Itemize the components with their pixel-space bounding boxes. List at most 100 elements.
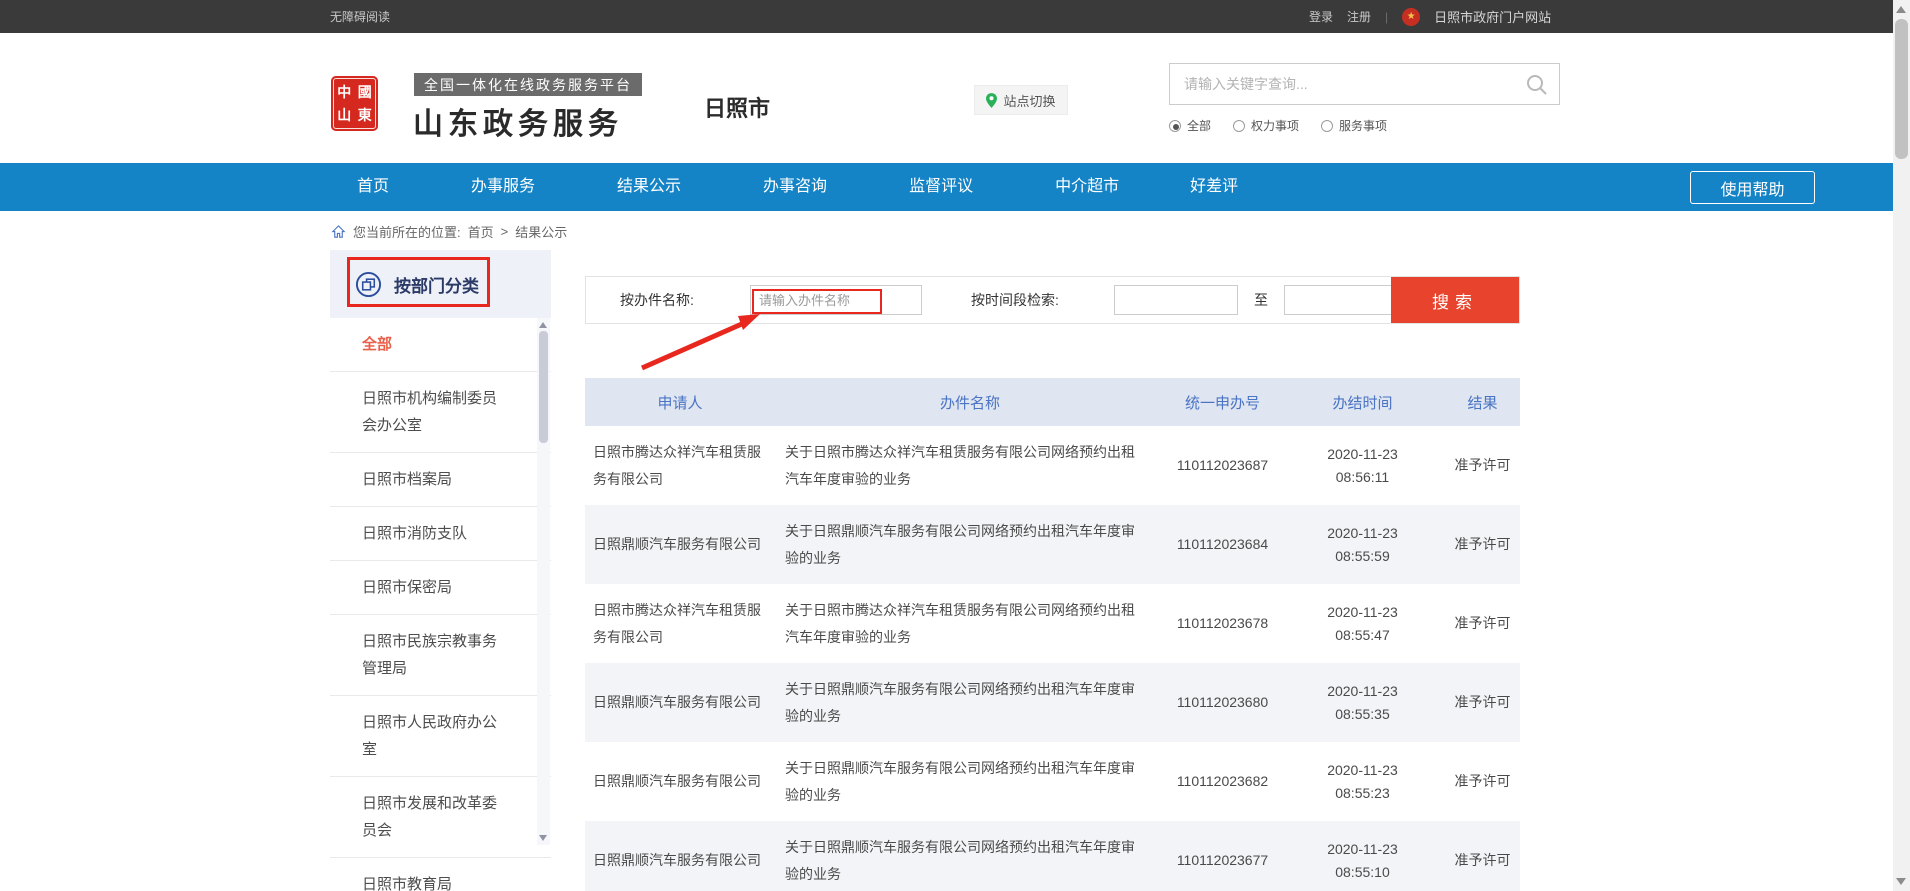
department-label: 日照市人民政府办公室 (362, 709, 502, 763)
keyword-search-input[interactable] (1170, 64, 1559, 104)
table-row[interactable]: 日照市腾达众祥汽车租赁服务有限公司 关于日照市腾达众祥汽车租赁服务有限公司网络预… (585, 584, 1520, 663)
scroll-thumb[interactable] (539, 331, 548, 443)
help-button[interactable]: 使用帮助 (1690, 171, 1815, 204)
radio-label: 服务事项 (1339, 117, 1387, 134)
filter-to-label: 至 (1254, 277, 1268, 323)
filter-time-start-input[interactable] (1114, 285, 1238, 315)
cell-applicant: 日照鼎顺汽车服务有限公司 (585, 742, 775, 821)
department-label: 日照市发展和改革委员会 (362, 790, 502, 844)
page-scrollbar[interactable] (1893, 0, 1910, 891)
department-label: 日照市档案局 (362, 466, 502, 493)
breadcrumb-home-link[interactable]: 首页 (468, 222, 494, 241)
filter-time-end-input[interactable] (1284, 285, 1408, 315)
nav-item[interactable]: 办事咨询 (722, 163, 868, 211)
site-header: 中國山東 全国一体化在线政务服务平台 山东政务服务 日照市 站点切换 全部 权力… (0, 33, 1893, 163)
cell-applicant: 日照鼎顺汽车服务有限公司 (585, 821, 775, 891)
cell-result: 准予许可 (1445, 742, 1520, 821)
nav-item[interactable]: 办事服务 (430, 163, 576, 211)
nav-item[interactable]: 好差评 (1160, 163, 1268, 211)
radio-option[interactable]: 全部 (1169, 117, 1211, 134)
site-switch-button[interactable]: 站点切换 (974, 85, 1068, 115)
department-item[interactable]: 日照市机构编制委员会办公室 (330, 372, 551, 453)
scroll-down-icon[interactable] (539, 835, 547, 841)
seal-char: 東 (358, 105, 372, 125)
filter-name-input[interactable] (750, 285, 922, 315)
table-row[interactable]: 日照鼎顺汽车服务有限公司 关于日照鼎顺汽车服务有限公司网络预约出租汽车年度审验的… (585, 663, 1520, 742)
cell-title: 关于日照鼎顺汽车服务有限公司网络预约出租汽车年度审验的业务 (775, 505, 1165, 584)
seal-char: 山 (337, 105, 351, 125)
cell-serial: 110112023680 (1165, 663, 1280, 742)
page-scroll-down-icon[interactable] (1896, 878, 1906, 885)
radio-option[interactable]: 权力事项 (1233, 117, 1299, 134)
search-button[interactable]: 搜索 (1391, 277, 1519, 323)
department-item[interactable]: 全部 (330, 318, 551, 372)
department-item[interactable]: 日照市保密局 (330, 561, 551, 615)
department-label: 全部 (362, 331, 502, 358)
register-link[interactable]: 注册 (1347, 8, 1371, 25)
page-scroll-thumb[interactable] (1895, 19, 1908, 159)
department-item[interactable]: 日照市民族宗教事务管理局 (330, 615, 551, 696)
department-sidebar: 按部门分类 全部 日照市机构编制委员会办公室 日照市档案局 日照市消防支队 日照… (330, 250, 551, 891)
cell-finish-time: 2020-11-2308:55:23 (1280, 742, 1445, 821)
radio-icon[interactable] (1321, 120, 1333, 132)
table-row[interactable]: 日照鼎顺汽车服务有限公司 关于日照鼎顺汽车服务有限公司网络预约出租汽车年度审验的… (585, 821, 1520, 891)
page-scroll-up-icon[interactable] (1896, 6, 1906, 13)
department-item[interactable]: 日照市消防支队 (330, 507, 551, 561)
cell-serial: 110112023678 (1165, 584, 1280, 663)
table-header-cell: 办结时间 (1280, 378, 1445, 426)
national-emblem-icon: ★ (1402, 8, 1420, 26)
topbar-right: 登录 注册 | ★ 日照市政府门户网站 (1309, 7, 1551, 26)
seal-char: 國 (358, 82, 372, 102)
nav-item[interactable]: 首页 (316, 163, 430, 211)
cell-title: 关于日照鼎顺汽车服务有限公司网络预约出租汽车年度审验的业务 (775, 663, 1165, 742)
department-item[interactable]: 日照市档案局 (330, 453, 551, 507)
cell-title: 关于日照鼎顺汽车服务有限公司网络预约出租汽车年度审验的业务 (775, 742, 1165, 821)
nav-item[interactable]: 结果公示 (576, 163, 722, 211)
portal-link[interactable]: 日照市政府门户网站 (1434, 7, 1551, 26)
shandong-seal-logo: 中國山東 (331, 76, 378, 131)
platform-badge: 全国一体化在线政务服务平台 (414, 73, 642, 96)
department-item[interactable]: 日照市人民政府办公室 (330, 696, 551, 777)
radio-icon[interactable] (1233, 120, 1245, 132)
department-list: 全部 日照市机构编制委员会办公室 日照市档案局 日照市消防支队 日照市保密局 日… (330, 318, 551, 891)
department-item[interactable]: 日照市教育局 (330, 858, 551, 891)
site-title: 山东政务服务 (413, 99, 623, 143)
radio-option[interactable]: 服务事项 (1321, 117, 1387, 134)
search-icon[interactable] (1525, 73, 1549, 97)
table-row[interactable]: 日照鼎顺汽车服务有限公司 关于日照鼎顺汽车服务有限公司网络预约出租汽车年度审验的… (585, 505, 1520, 584)
table-body: 日照市腾达众祥汽车租赁服务有限公司 关于日照市腾达众祥汽车租赁服务有限公司网络预… (585, 426, 1520, 891)
cell-result: 准予许可 (1445, 426, 1520, 505)
cell-finish-time: 2020-11-2308:56:11 (1280, 426, 1445, 505)
sidebar-scrollbar[interactable] (537, 318, 550, 845)
cell-serial: 110112023687 (1165, 426, 1280, 505)
filter-time-label: 按时间段检索: (971, 277, 1059, 323)
cell-finish-time: 2020-11-2308:55:47 (1280, 584, 1445, 663)
cell-applicant: 日照鼎顺汽车服务有限公司 (585, 663, 775, 742)
accessibility-link[interactable]: 无障碍阅读 (330, 8, 390, 25)
site-switch-label: 站点切换 (1003, 91, 1055, 110)
login-link[interactable]: 登录 (1309, 8, 1333, 25)
nav-item[interactable]: 中介超市 (1014, 163, 1160, 211)
scroll-up-icon[interactable] (539, 322, 547, 328)
table-header-cell: 申请人 (585, 378, 775, 426)
cell-applicant: 日照市腾达众祥汽车租赁服务有限公司 (585, 584, 775, 663)
cell-serial: 110112023682 (1165, 742, 1280, 821)
table-row[interactable]: 日照市腾达众祥汽车租赁服务有限公司 关于日照市腾达众祥汽车租赁服务有限公司网络预… (585, 426, 1520, 505)
table-header: 申请人办件名称统一申办号办结时间结果 (585, 378, 1520, 426)
city-name: 日照市 (704, 91, 770, 123)
nav-items: 首页办事服务结果公示办事咨询监督评议中介超市好差评 (316, 163, 1268, 211)
nav-item[interactable]: 监督评议 (868, 163, 1014, 211)
table-row[interactable]: 日照鼎顺汽车服务有限公司 关于日照鼎顺汽车服务有限公司网络预约出租汽车年度审验的… (585, 742, 1520, 821)
table-header-cell: 统一申办号 (1165, 378, 1280, 426)
department-label: 日照市教育局 (362, 871, 502, 891)
cell-result: 准予许可 (1445, 821, 1520, 891)
radio-label: 权力事项 (1251, 117, 1299, 134)
department-item[interactable]: 日照市发展和改革委员会 (330, 777, 551, 858)
sidebar-title: 按部门分类 (394, 272, 479, 297)
topbar-divider: | (1385, 10, 1388, 24)
department-label: 日照市保密局 (362, 574, 502, 601)
breadcrumb-current[interactable]: 结果公示 (515, 222, 567, 241)
radio-icon[interactable] (1169, 120, 1181, 132)
radio-label: 全部 (1187, 117, 1211, 134)
cell-result: 准予许可 (1445, 663, 1520, 742)
